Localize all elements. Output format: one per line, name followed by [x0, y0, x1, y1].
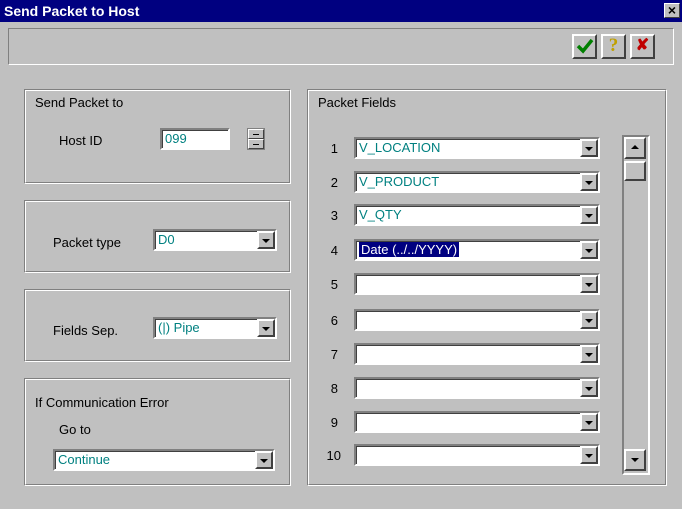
title-bar: Send Packet to Host ×: [0, 0, 682, 22]
packet-field-number: 9: [330, 415, 338, 430]
packet-field-select[interactable]: [354, 309, 600, 331]
chevron-down-icon[interactable]: [580, 345, 598, 363]
packet-field-select[interactable]: [354, 444, 600, 466]
scroll-up-icon[interactable]: [624, 137, 646, 159]
window-title: Send Packet to Host: [4, 3, 140, 19]
packet-field-number: 10: [326, 448, 341, 463]
packet-fields-scrollbar[interactable]: [622, 135, 650, 475]
close-icon[interactable]: ×: [664, 3, 680, 18]
packet-field-number: 8: [330, 381, 338, 396]
packet-field-number: 4: [330, 243, 338, 258]
scroll-down-icon[interactable]: [624, 449, 646, 471]
packet-field-select[interactable]: [354, 377, 600, 399]
packet-field-select[interactable]: [354, 343, 600, 365]
packet-field-number: 1: [330, 141, 338, 156]
ok-button[interactable]: [572, 34, 597, 59]
chevron-down-icon[interactable]: [257, 319, 275, 337]
packet-field-number: 7: [330, 347, 338, 362]
packet-type-label: Packet type: [53, 235, 121, 250]
packet-field-number: 2: [330, 175, 338, 190]
packet-type-group: Packet type D0: [24, 200, 291, 273]
packet-field-select[interactable]: V_LOCATION: [354, 137, 600, 159]
help-button[interactable]: ?: [601, 34, 626, 59]
spin-up-icon[interactable]: [248, 129, 264, 139]
fields-sep-group: Fields Sep. (|) Pipe: [24, 289, 291, 362]
green-check-icon: [576, 38, 593, 54]
toolbar: ? ✘: [8, 28, 674, 65]
send-packet-group: Send Packet to Host ID 099: [24, 89, 291, 184]
chevron-down-icon[interactable]: [580, 173, 598, 191]
chevron-down-icon[interactable]: [580, 379, 598, 397]
chevron-down-icon[interactable]: [257, 231, 275, 249]
chevron-down-icon[interactable]: [580, 139, 598, 157]
host-id-spinner[interactable]: [247, 128, 265, 150]
fields-sep-label: Fields Sep.: [53, 323, 119, 338]
host-id-input[interactable]: 099: [160, 128, 230, 150]
chevron-down-icon[interactable]: [255, 451, 273, 469]
packet-field-select[interactable]: Date (../../YYYY): [354, 239, 600, 261]
packet-field-select[interactable]: V_QTY: [354, 204, 600, 226]
packet-field-number: 6: [330, 313, 338, 328]
comm-error-label: If Communication Error: [35, 395, 169, 410]
send-packet-label: Send Packet to: [35, 95, 124, 110]
scroll-thumb[interactable]: [624, 161, 646, 181]
packet-field-number: 3: [330, 208, 338, 223]
packet-field-number: 5: [330, 277, 338, 292]
packet-field-select[interactable]: [354, 273, 600, 295]
packet-fields-label: Packet Fields: [318, 95, 397, 110]
comm-error-select[interactable]: Continue: [53, 449, 275, 471]
packet-field-select[interactable]: [354, 411, 600, 433]
cancel-icon: ✘: [635, 37, 650, 54]
chevron-down-icon[interactable]: [580, 311, 598, 329]
comm-error-group: If Communication Error Go to Continue: [24, 378, 291, 486]
help-icon: ?: [608, 35, 619, 56]
packet-field-select[interactable]: V_PRODUCT: [354, 171, 600, 193]
chevron-down-icon[interactable]: [580, 241, 598, 259]
chevron-down-icon[interactable]: [580, 413, 598, 431]
cancel-button[interactable]: ✘: [630, 34, 655, 59]
goto-label: Go to: [59, 422, 91, 437]
chevron-down-icon[interactable]: [580, 446, 598, 464]
chevron-down-icon[interactable]: [580, 206, 598, 224]
host-id-label: Host ID: [59, 133, 103, 148]
packet-type-select[interactable]: D0: [153, 229, 277, 251]
chevron-down-icon[interactable]: [580, 275, 598, 293]
fields-sep-select[interactable]: (|) Pipe: [153, 317, 277, 339]
spin-down-icon[interactable]: [248, 139, 264, 149]
